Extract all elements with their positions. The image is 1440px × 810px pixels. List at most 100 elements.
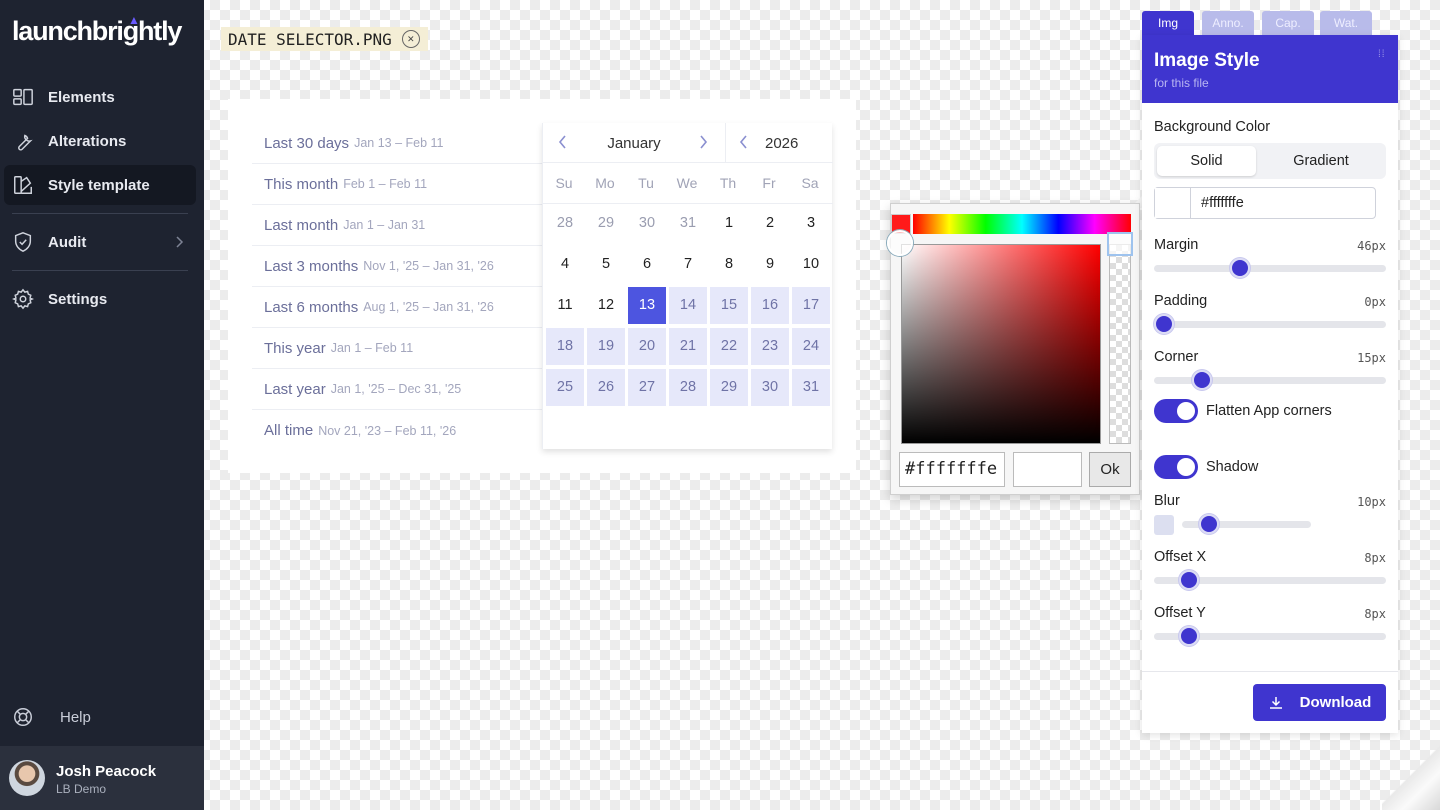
- day-cell[interactable]: 22: [710, 328, 748, 365]
- hue-slider[interactable]: [913, 214, 1131, 234]
- day-cell[interactable]: 9: [751, 246, 789, 283]
- preset-item[interactable]: Last month Jan 1 – Jan 31: [252, 205, 542, 246]
- corner-slider-handle[interactable]: [1192, 370, 1213, 390]
- close-icon[interactable]: ✕: [401, 30, 420, 48]
- day-cell[interactable]: 8: [710, 246, 748, 283]
- gradient-option[interactable]: Gradient: [1259, 146, 1383, 176]
- day-cell[interactable]: 14: [669, 287, 707, 324]
- day-cell[interactable]: 31: [792, 369, 830, 406]
- ok-button[interactable]: Ok: [1089, 452, 1131, 487]
- shadow-color-swatch[interactable]: [1154, 515, 1174, 535]
- padding-slider[interactable]: [1154, 314, 1386, 334]
- day-cell[interactable]: 7: [669, 246, 707, 283]
- preset-item[interactable]: Last 3 months Nov 1, '25 – Jan 31, '26: [252, 246, 542, 287]
- saturation-handle[interactable]: [887, 230, 913, 256]
- offset-y-slider[interactable]: [1154, 626, 1386, 646]
- sidebar-item-alterations[interactable]: Alterations: [4, 121, 196, 161]
- user-profile[interactable]: Josh Peacock LB Demo: [0, 746, 204, 810]
- blur-slider[interactable]: [1182, 514, 1311, 534]
- day-cell[interactable]: 4: [546, 246, 584, 283]
- offset-y-slider-handle[interactable]: [1179, 626, 1200, 646]
- day-cell[interactable]: 15: [710, 287, 748, 324]
- chevron-left-icon[interactable]: [555, 133, 571, 151]
- day-cell[interactable]: 28: [546, 205, 584, 242]
- shadow-toggle[interactable]: [1154, 455, 1198, 479]
- preset-item[interactable]: Last 6 months Aug 1, '25 – Jan 31, '26: [252, 287, 542, 328]
- day-cell[interactable]: 10: [792, 246, 830, 283]
- preset-range: Jan 1 – Jan 31: [343, 218, 426, 232]
- drag-handle-icon[interactable]: ⁞⁞: [1378, 50, 1386, 69]
- tab-watermark[interactable]: Wat.: [1320, 11, 1372, 35]
- year-label[interactable]: 2026: [765, 135, 798, 152]
- offset-x-slider-handle[interactable]: [1179, 570, 1200, 590]
- preset-item[interactable]: Last year Jan 1, '25 – Dec 31, '25: [252, 369, 542, 410]
- download-button[interactable]: Download: [1253, 684, 1386, 721]
- chevron-left-icon[interactable]: [736, 133, 752, 151]
- preset-item[interactable]: All time Nov 21, '23 – Feb 11, '26: [252, 410, 542, 451]
- day-cell[interactable]: 28: [669, 369, 707, 406]
- hex-input[interactable]: #fffffffe: [899, 452, 1005, 487]
- alpha-slider[interactable]: [1109, 244, 1131, 444]
- margin-slider-handle[interactable]: [1230, 258, 1251, 278]
- preset-label: Last 3 months: [264, 257, 359, 275]
- day-cell[interactable]: 3: [792, 205, 830, 242]
- day-cell[interactable]: 20: [628, 328, 666, 365]
- app-logo[interactable]: launchbrightly ▲: [12, 13, 182, 47]
- margin-slider[interactable]: [1154, 258, 1386, 278]
- day-cell[interactable]: 18: [546, 328, 584, 365]
- preset-item[interactable]: This year Jan 1 – Feb 11: [252, 328, 542, 369]
- day-cell[interactable]: 21: [669, 328, 707, 365]
- tab-img[interactable]: Img: [1142, 11, 1194, 35]
- day-cell[interactable]: 1: [710, 205, 748, 242]
- preset-item[interactable]: Last 30 days Jan 13 – Feb 11: [252, 123, 542, 164]
- preset-item[interactable]: This month Feb 1 – Feb 11: [252, 164, 542, 205]
- day-cell[interactable]: 27: [628, 369, 666, 406]
- day-cell[interactable]: 2: [751, 205, 789, 242]
- day-cell[interactable]: 31: [669, 205, 707, 242]
- padding-slider-handle[interactable]: [1154, 314, 1174, 334]
- tab-annotations[interactable]: Anno.: [1202, 11, 1254, 35]
- tab-captions[interactable]: Cap.: [1262, 11, 1314, 35]
- background-color-value[interactable]: #fffffffe: [1201, 195, 1244, 211]
- sidebar-item-style-template[interactable]: Style template: [4, 165, 196, 205]
- day-cell[interactable]: 12: [587, 287, 625, 324]
- calendar-header: January 2026: [543, 123, 833, 163]
- help-link[interactable]: Help: [12, 706, 91, 728]
- day-cell[interactable]: 29: [587, 205, 625, 242]
- offset-x-slider[interactable]: [1154, 570, 1386, 590]
- offset-x-label: Offset X: [1154, 549, 1207, 565]
- day-cell[interactable]: 26: [587, 369, 625, 406]
- blur-value: 10px: [1357, 495, 1386, 509]
- lifebuoy-icon: [14, 708, 32, 726]
- day-cell[interactable]: 29: [710, 369, 748, 406]
- blur-slider-handle[interactable]: [1199, 514, 1220, 534]
- day-cell[interactable]: 23: [751, 328, 789, 365]
- alpha-handle[interactable]: [1107, 232, 1133, 256]
- sidebar-item-elements[interactable]: Elements: [4, 77, 196, 117]
- day-cell[interactable]: 16: [751, 287, 789, 324]
- day-cell[interactable]: 17: [792, 287, 830, 324]
- month-label[interactable]: January: [583, 135, 685, 152]
- solid-option[interactable]: Solid: [1157, 146, 1256, 176]
- preset-range: Feb 1 – Feb 11: [343, 177, 428, 191]
- preset-label: Last year: [264, 380, 326, 398]
- day-cell[interactable]: 30: [751, 369, 789, 406]
- day-cell[interactable]: 19: [587, 328, 625, 365]
- sidebar-item-settings[interactable]: Settings: [4, 279, 196, 319]
- background-mode-toggle: Solid Gradient: [1154, 143, 1386, 179]
- day-cell[interactable]: 25: [546, 369, 584, 406]
- flatten-corners-toggle[interactable]: [1154, 399, 1198, 423]
- day-cell[interactable]: 24: [792, 328, 830, 365]
- day-cell[interactable]: 11: [546, 287, 584, 324]
- saturation-field[interactable]: [901, 244, 1101, 444]
- day-cell[interactable]: 6: [628, 246, 666, 283]
- day-cell[interactable]: 13: [628, 287, 666, 324]
- day-cell[interactable]: 30: [628, 205, 666, 242]
- weekday-label: Th: [719, 175, 737, 191]
- sidebar-item-audit[interactable]: Audit: [4, 222, 196, 262]
- background-color-input[interactable]: #fffffffe: [1154, 187, 1376, 219]
- chevron-right-icon[interactable]: [695, 133, 711, 151]
- day-cell[interactable]: 5: [587, 246, 625, 283]
- corner-slider[interactable]: [1154, 370, 1386, 390]
- color-chip[interactable]: [1155, 188, 1191, 218]
